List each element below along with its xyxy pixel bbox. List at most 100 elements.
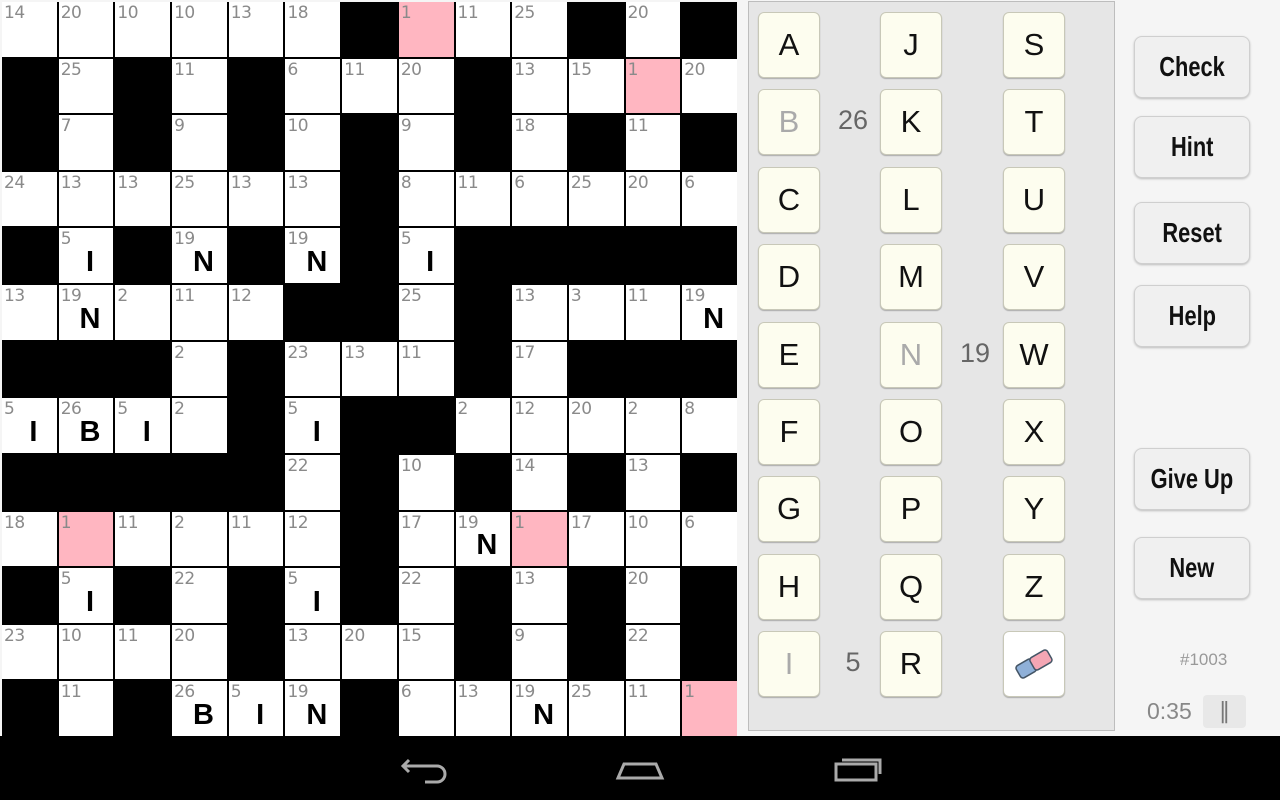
- grid-cell[interactable]: 18: [512, 115, 567, 170]
- grid-cell[interactable]: 19 N: [455, 511, 511, 567]
- grid-cell[interactable]: 13: [342, 341, 397, 397]
- grid-cell[interactable]: 20: [342, 624, 397, 680]
- grid-cell[interactable]: 11: [342, 58, 397, 114]
- grid-cell[interactable]: 25: [512, 2, 567, 57]
- grid-cell[interactable]: 25: [568, 681, 624, 736]
- grid-cell[interactable]: 17: [512, 341, 567, 397]
- grid-cell[interactable]: 20: [172, 624, 227, 680]
- grid-cell[interactable]: 12: [228, 285, 284, 340]
- key-h[interactable]: H: [758, 553, 820, 620]
- hint-button[interactable]: Hint: [1134, 116, 1250, 178]
- recents-button[interactable]: [828, 750, 888, 786]
- grid-cell[interactable]: 13: [512, 58, 567, 114]
- key-c[interactable]: C: [758, 166, 820, 233]
- grid-cell[interactable]: 13: [455, 681, 511, 736]
- grid-cell[interactable]: 19 N: [682, 285, 737, 340]
- grid-cell[interactable]: 11: [228, 511, 284, 567]
- grid-cell[interactable]: 2: [115, 285, 171, 340]
- grid-cell[interactable]: 1: [625, 58, 681, 114]
- grid-cell[interactable]: 7: [58, 115, 114, 170]
- key-d[interactable]: D: [758, 244, 820, 311]
- key-w[interactable]: W: [1003, 321, 1065, 388]
- grid-cell[interactable]: 5I: [58, 228, 114, 284]
- grid-cell[interactable]: 17: [568, 511, 624, 567]
- grid-cell[interactable]: 26 B: [172, 681, 227, 736]
- grid-cell[interactable]: 19 N: [512, 681, 567, 736]
- grid-cell[interactable]: 11: [625, 681, 681, 736]
- key-z[interactable]: Z: [1003, 553, 1065, 620]
- key-s[interactable]: S: [1003, 12, 1065, 78]
- grid-cell[interactable]: 19 N: [172, 228, 227, 284]
- key-k[interactable]: K: [880, 89, 942, 156]
- grid-cell[interactable]: 15: [568, 58, 624, 114]
- grid-cell[interactable]: 20: [682, 58, 737, 114]
- reset-button[interactable]: Reset: [1134, 202, 1250, 264]
- grid-cell[interactable]: 6: [682, 171, 737, 227]
- grid-cell[interactable]: 22: [285, 454, 341, 510]
- grid-cell[interactable]: 13: [2, 285, 57, 340]
- grid-cell[interactable]: 26 B: [58, 398, 114, 453]
- grid-cell[interactable]: 11: [172, 58, 227, 114]
- key-x[interactable]: X: [1003, 399, 1065, 465]
- grid-cell[interactable]: 1: [398, 2, 454, 57]
- key-b[interactable]: B: [758, 89, 820, 156]
- eraser-button[interactable]: [1003, 631, 1065, 698]
- grid-cell[interactable]: 19 N: [285, 228, 341, 284]
- grid-cell[interactable]: 20: [625, 2, 681, 57]
- key-v[interactable]: V: [1003, 244, 1065, 311]
- grid-cell[interactable]: 25: [568, 171, 624, 227]
- new-button[interactable]: New: [1134, 537, 1250, 599]
- key-j[interactable]: J: [880, 12, 942, 78]
- key-q[interactable]: Q: [880, 553, 942, 620]
- key-o[interactable]: O: [880, 399, 942, 465]
- key-f[interactable]: F: [758, 399, 820, 465]
- grid-cell[interactable]: 5I: [58, 568, 114, 623]
- grid-cell[interactable]: 18: [2, 511, 57, 567]
- grid-cell[interactable]: 11: [172, 285, 227, 340]
- grid-cell[interactable]: 19 N: [58, 285, 114, 340]
- key-p[interactable]: P: [880, 476, 942, 543]
- grid-cell[interactable]: 5I: [228, 681, 284, 736]
- key-a[interactable]: A: [758, 12, 820, 78]
- grid-cell[interactable]: 11: [455, 2, 511, 57]
- grid-cell[interactable]: 5I: [2, 398, 57, 453]
- check-button[interactable]: Check: [1134, 36, 1250, 98]
- key-t[interactable]: T: [1003, 89, 1065, 156]
- grid-cell[interactable]: 10: [285, 115, 341, 170]
- grid-cell[interactable]: 25: [172, 171, 227, 227]
- grid-cell[interactable]: 11: [115, 624, 171, 680]
- grid-cell[interactable]: 18: [285, 2, 341, 57]
- grid-cell[interactable]: 11: [58, 681, 114, 736]
- grid-cell[interactable]: 6: [398, 681, 454, 736]
- grid-cell[interactable]: 2: [172, 511, 227, 567]
- grid-cell[interactable]: 5I: [285, 398, 341, 453]
- grid-cell[interactable]: 13: [285, 171, 341, 227]
- grid-cell[interactable]: 20: [568, 398, 624, 453]
- grid-cell[interactable]: 9: [172, 115, 227, 170]
- home-button[interactable]: [610, 750, 670, 786]
- grid-cell[interactable]: 5I: [285, 568, 341, 623]
- grid-cell[interactable]: 10: [58, 624, 114, 680]
- grid-cell[interactable]: 13: [625, 454, 681, 510]
- key-u[interactable]: U: [1003, 166, 1065, 233]
- grid-cell[interactable]: 20: [398, 58, 454, 114]
- key-g[interactable]: G: [758, 476, 820, 543]
- help-button[interactable]: Help: [1134, 285, 1250, 347]
- grid-cell[interactable]: 5I: [398, 228, 454, 284]
- grid-cell[interactable]: 2: [172, 398, 227, 453]
- grid-cell[interactable]: 6: [682, 511, 737, 567]
- grid-cell[interactable]: 13: [512, 285, 567, 340]
- grid-cell[interactable]: 1: [682, 681, 737, 736]
- key-n[interactable]: N: [880, 321, 942, 388]
- grid-cell[interactable]: 11: [115, 511, 171, 567]
- grid-cell[interactable]: 6: [285, 58, 341, 114]
- grid-cell[interactable]: 13: [58, 171, 114, 227]
- grid-cell[interactable]: 13: [228, 171, 284, 227]
- give-up-button[interactable]: Give Up: [1134, 448, 1250, 510]
- grid-cell[interactable]: 13: [285, 624, 341, 680]
- grid-cell[interactable]: 10: [172, 2, 227, 57]
- grid-cell[interactable]: 13: [512, 568, 567, 623]
- grid-cell[interactable]: 12: [512, 398, 567, 453]
- grid-cell[interactable]: 11: [625, 285, 681, 340]
- grid-cell[interactable]: 8: [682, 398, 737, 453]
